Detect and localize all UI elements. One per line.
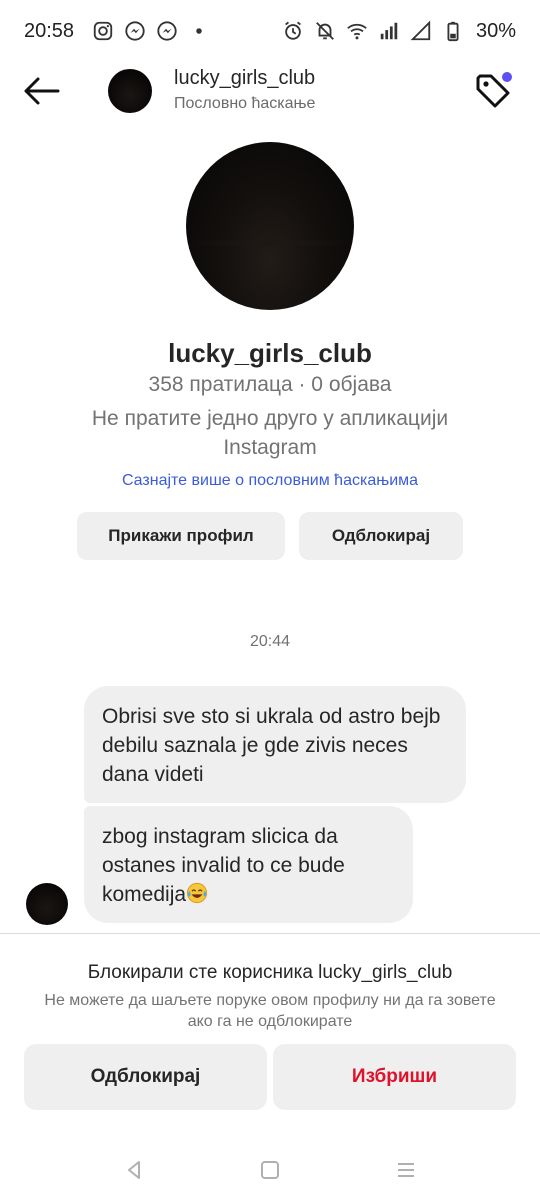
mute-icon [314,20,336,42]
view-profile-button[interactable]: Прикажи профил [77,512,285,560]
signal-empty-icon [410,20,432,42]
signal-icon [378,20,400,42]
profile-stats: 358 пратилаца · 0 објава [148,373,392,396]
header-avatar[interactable] [108,69,152,113]
profile-avatar[interactable] [186,142,354,310]
message-bubble[interactable]: Obrisi sve sto si ukrala od astro bejb d… [84,686,466,803]
back-button[interactable] [22,74,62,108]
system-nav-bar [0,1140,540,1200]
alarm-icon [282,20,304,42]
arrow-left-icon [24,77,60,105]
unblock-button[interactable]: Одблокирај [299,512,463,560]
blocked-description: Не можете да шаљете поруке овом профилу … [44,992,496,1030]
home-nav-icon[interactable] [258,1158,282,1182]
instagram-icon [92,20,114,42]
divider [0,933,540,934]
back-nav-icon[interactable] [122,1158,146,1182]
learn-more-link[interactable]: Сазнајте више о пословним ћаскањима [0,472,540,490]
message-timestamp: 20:44 [249,633,291,650]
dot-icon [188,20,210,42]
unblock-button-bottom[interactable]: Одблокирај [24,1044,267,1110]
header-username[interactable]: lucky_girls_club [174,67,315,90]
face-with-tears-of-joy-icon [186,882,208,904]
message-text: Obrisi sve sto si ukrala od astro bejb d… [102,705,441,786]
profile-username: lucky_girls_club [168,338,372,368]
status-bar: 20:58 30% [0,0,540,62]
recents-nav-icon[interactable] [394,1158,418,1182]
chat-header: lucky_girls_club Пословно ћаскање [0,62,540,120]
delete-button[interactable]: Избриши [273,1044,516,1110]
message-bubble[interactable]: zbog instagram slicica da ostanes invali… [84,806,413,923]
message-text: zbog instagram slicica da ostanes invali… [102,825,345,906]
battery-percent: 30% [475,19,516,42]
messenger-icon [124,20,146,42]
header-subtitle: Пословно ћаскање [174,95,316,112]
follow-status: Не пратите једно друго у апликацији Inst… [91,407,449,459]
blocked-title: Блокирали сте корисника lucky_girls_club [87,962,453,983]
status-time: 20:58 [24,19,75,42]
messenger-icon [156,20,178,42]
sender-avatar[interactable] [26,883,68,925]
notification-dot [502,72,512,82]
battery-icon [442,20,464,42]
wifi-icon [346,20,368,42]
